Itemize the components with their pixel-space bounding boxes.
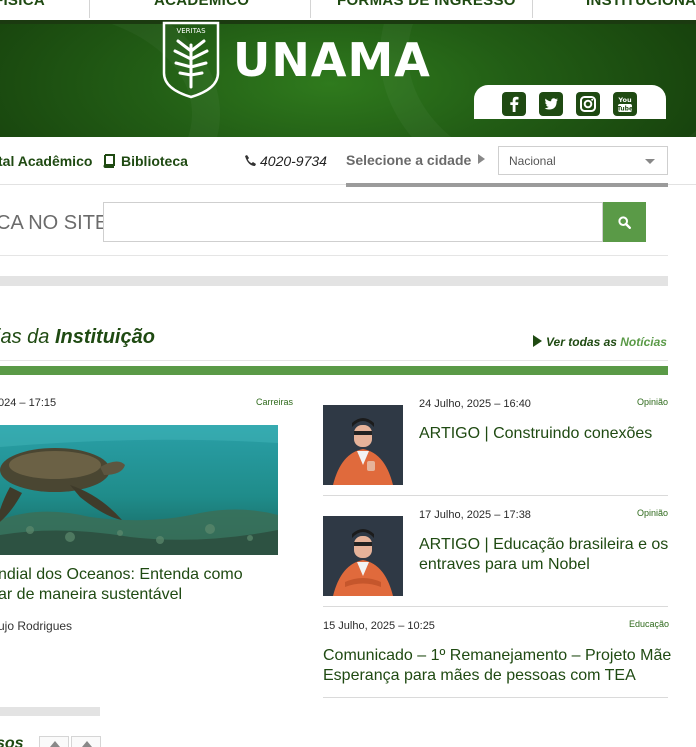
city-select-label: Selecione a cidade [346,152,472,168]
scroll-up-button[interactable] [39,736,69,747]
article-headline[interactable]: ARTIGO | Construindo conexões [419,424,669,444]
article-thumbnail[interactable] [323,405,403,485]
logo-motto: VERITAS [176,27,206,35]
featured-author: ujo Rodrigues [0,619,73,633]
play-icon [478,154,485,164]
divider [0,255,668,256]
phone-icon [245,155,256,166]
article-date: 15 Julho, 2025 – 10:25 [323,620,435,632]
section-spacer [0,707,100,716]
book-icon [103,154,115,168]
nav-item-institucional[interactable]: INSTITUCIONAL [586,0,696,14]
nav-divider [89,0,90,18]
news-accent-bar [0,366,668,375]
youtube-icon[interactable]: You Tube [613,92,637,116]
featured-image-turtle[interactable] [0,425,278,555]
top-navigation: FÍSICA ACADÊMICO FORMAS DE INGRESSO INST… [0,0,696,20]
svg-text:Tube: Tube [617,106,633,113]
facebook-icon[interactable] [502,92,526,116]
scroll-up-button[interactable] [71,736,101,747]
article-date: 24 Julho, 2025 – 16:40 [419,398,531,410]
featured-category[interactable]: Carreiras [256,397,293,407]
chevron-up-icon [50,741,60,747]
portal-academico-link[interactable]: tal Acadêmico [0,153,92,169]
divider [0,360,668,361]
featured-headline[interactable]: ndial dos Oceanos: Entenda como ar de ma… [0,565,288,605]
section-spacer [0,276,668,286]
brand-name: UNAMA [233,33,431,87]
article-headline[interactable]: ARTIGO | Educação brasileira e os entrav… [419,535,674,575]
search-icon [618,216,631,229]
chevron-up-icon [82,741,92,747]
featured-date: 024 – 17:15 [0,397,57,409]
city-select[interactable]: Nacional [498,146,668,175]
phone-number[interactable]: 4020-9734 [260,153,327,169]
nav-divider [532,0,533,18]
divider [323,697,668,698]
see-all-news-link[interactable]: Ver todas as Notícias [533,335,667,349]
instagram-icon[interactable] [576,92,600,116]
news-title-prefix: ias da [0,326,50,348]
unama-shield-logo[interactable]: VERITAS [162,21,220,99]
article-category[interactable]: Opinião [637,508,668,518]
nav-item-formas-ingresso[interactable]: FORMAS DE INGRESSO [337,0,516,14]
nav-item-fisica[interactable]: FÍSICA [0,0,45,14]
play-icon [533,335,542,347]
see-all-link-text: Notícias [620,335,667,349]
nav-divider [310,0,311,18]
article-category[interactable]: Opinião [637,397,668,407]
chevron-down-icon [645,159,655,164]
see-all-prefix: Ver todas as [546,335,617,349]
news-title-bold: Instituição [54,326,155,348]
featured-headline-line-1: ndial dos Oceanos: Entenda como [0,566,243,583]
city-underline [346,183,668,187]
twitter-icon[interactable] [539,92,563,116]
article-headline[interactable]: Comunicado – 1º Remanejamento – Projeto … [323,646,673,686]
svg-text:You: You [617,96,632,104]
featured-headline-line-2: ar de maneira sustentável [0,586,183,603]
news-section-title: ias da Instituição [0,326,155,349]
article-date: 17 Julho, 2025 – 17:38 [419,509,531,521]
article-category[interactable]: Educação [629,619,669,629]
article-thumbnail[interactable] [323,516,403,596]
search-input[interactable] [103,202,603,242]
city-select-value: Nacional [509,154,556,168]
nav-item-academico[interactable]: ACADÊMICO [154,0,249,14]
search-button[interactable] [603,202,646,242]
divider [323,606,668,607]
biblioteca-link[interactable]: Biblioteca [121,153,188,169]
search-label: CA NO SITE [0,212,109,234]
section-label: sos [0,735,24,747]
divider [323,495,668,496]
